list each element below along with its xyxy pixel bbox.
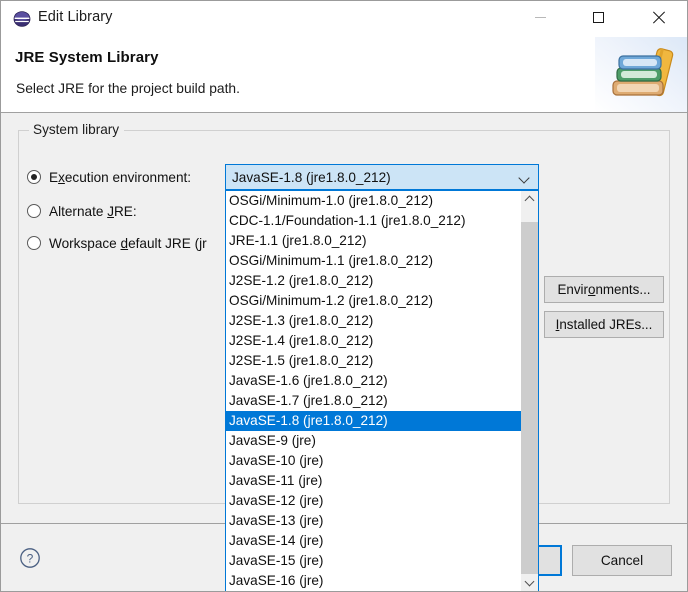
scrollbar-thumb[interactable]: [521, 222, 538, 574]
dropdown-item[interactable]: OSGi/Minimum-1.0 (jre1.8.0_212): [226, 191, 521, 211]
chevron-down-icon[interactable]: [520, 174, 529, 183]
dropdown-item[interactable]: JavaSE-9 (jre): [226, 431, 521, 451]
environments-button[interactable]: Envir o nments...: [544, 276, 664, 303]
page-title: JRE System Library: [15, 49, 159, 66]
chevron-down-icon: [526, 580, 533, 587]
combo-selected-value: JavaSE-1.8 (jre1.8.0_212): [232, 169, 391, 185]
radio-button-indicator[interactable]: [27, 170, 41, 184]
close-button[interactable]: [635, 1, 681, 33]
help-question-icon[interactable]: ?: [19, 547, 41, 569]
radio-button-indicator[interactable]: [27, 204, 41, 218]
radio-workspace-default-jre-label: Workspace default JRE (jr: [49, 235, 207, 251]
radio-alternate-jre[interactable]: Alternate JRE:: [27, 201, 137, 221]
installed-jres-button[interactable]: Installed JREs...: [544, 311, 664, 338]
dropdown-item[interactable]: OSGi/Minimum-1.2 (jre1.8.0_212): [226, 291, 521, 311]
dropdown-item[interactable]: J2SE-1.2 (jre1.8.0_212): [226, 271, 521, 291]
title-bar: Edit Library: [1, 1, 687, 37]
radio-workspace-default-jre[interactable]: Workspace default JRE (jr: [27, 233, 207, 253]
dropdown-item[interactable]: JavaSE-1.7 (jre1.8.0_212): [226, 391, 521, 411]
dropdown-item[interactable]: JavaSE-13 (jre): [226, 511, 521, 531]
dropdown-item[interactable]: OSGi/Minimum-1.1 (jre1.8.0_212): [226, 251, 521, 271]
dropdown-item[interactable]: JavaSE-10 (jre): [226, 451, 521, 471]
dropdown-item[interactable]: JavaSE-12 (jre): [226, 491, 521, 511]
radio-button-indicator[interactable]: [27, 236, 41, 250]
dropdown-item[interactable]: JavaSE-14 (jre): [226, 531, 521, 551]
dropdown-item[interactable]: CDC-1.1/Foundation-1.1 (jre1.8.0_212): [226, 211, 521, 231]
dropdown-item[interactable]: JRE-1.1 (jre1.8.0_212): [226, 231, 521, 251]
page-subtitle: Select JRE for the project build path.: [16, 81, 240, 96]
dropdown-item[interactable]: J2SE-1.3 (jre1.8.0_212): [226, 311, 521, 331]
window-title: Edit Library: [38, 9, 113, 25]
dropdown-item[interactable]: J2SE-1.4 (jre1.8.0_212): [226, 331, 521, 351]
dropdown-item[interactable]: JavaSE-11 (jre): [226, 471, 521, 491]
dropdown-item[interactable]: JavaSE-1.6 (jre1.8.0_212): [226, 371, 521, 391]
close-icon: [652, 11, 665, 24]
system-library-group-label: System library: [29, 122, 125, 137]
dialog-header: JRE System Library Select JRE for the pr…: [1, 37, 687, 113]
books-stack-icon: [595, 37, 687, 112]
dropdown-list[interactable]: OSGi/Minimum-1.0 (jre1.8.0_212) CDC-1.1/F…: [226, 191, 521, 591]
dropdown-item[interactable]: JavaSE-16 (jre): [226, 571, 521, 591]
dropdown-item[interactable]: JavaSE-15 (jre): [226, 551, 521, 571]
svg-text:?: ?: [27, 551, 34, 565]
minimize-button[interactable]: [517, 1, 563, 33]
maximize-icon: [592, 11, 604, 23]
eclipse-logo-icon: [13, 10, 31, 28]
radio-alternate-jre-label: Alternate JRE:: [49, 203, 137, 219]
scroll-up-button[interactable]: [521, 191, 538, 208]
dropdown-item[interactable]: J2SE-1.5 (jre1.8.0_212): [226, 351, 521, 371]
maximize-button[interactable]: [575, 1, 621, 33]
chevron-up-icon: [526, 196, 533, 203]
radio-execution-environment-label: Execution environment:: [49, 169, 192, 185]
edit-library-dialog: Edit Library JRE System Library Select J…: [0, 0, 688, 592]
minimize-icon: [534, 16, 546, 18]
cancel-button[interactable]: Cancel: [572, 545, 672, 576]
execution-environment-combo[interactable]: JavaSE-1.8 (jre1.8.0_212): [225, 164, 539, 190]
scroll-down-button[interactable]: [521, 575, 538, 591]
dropdown-item[interactable]: JavaSE-1.8 (jre1.8.0_212): [226, 411, 521, 431]
execution-environment-dropdown[interactable]: OSGi/Minimum-1.0 (jre1.8.0_212) CDC-1.1/F…: [225, 190, 539, 591]
dropdown-scrollbar[interactable]: [521, 191, 538, 591]
radio-execution-environment[interactable]: Execution environment:: [27, 167, 191, 187]
